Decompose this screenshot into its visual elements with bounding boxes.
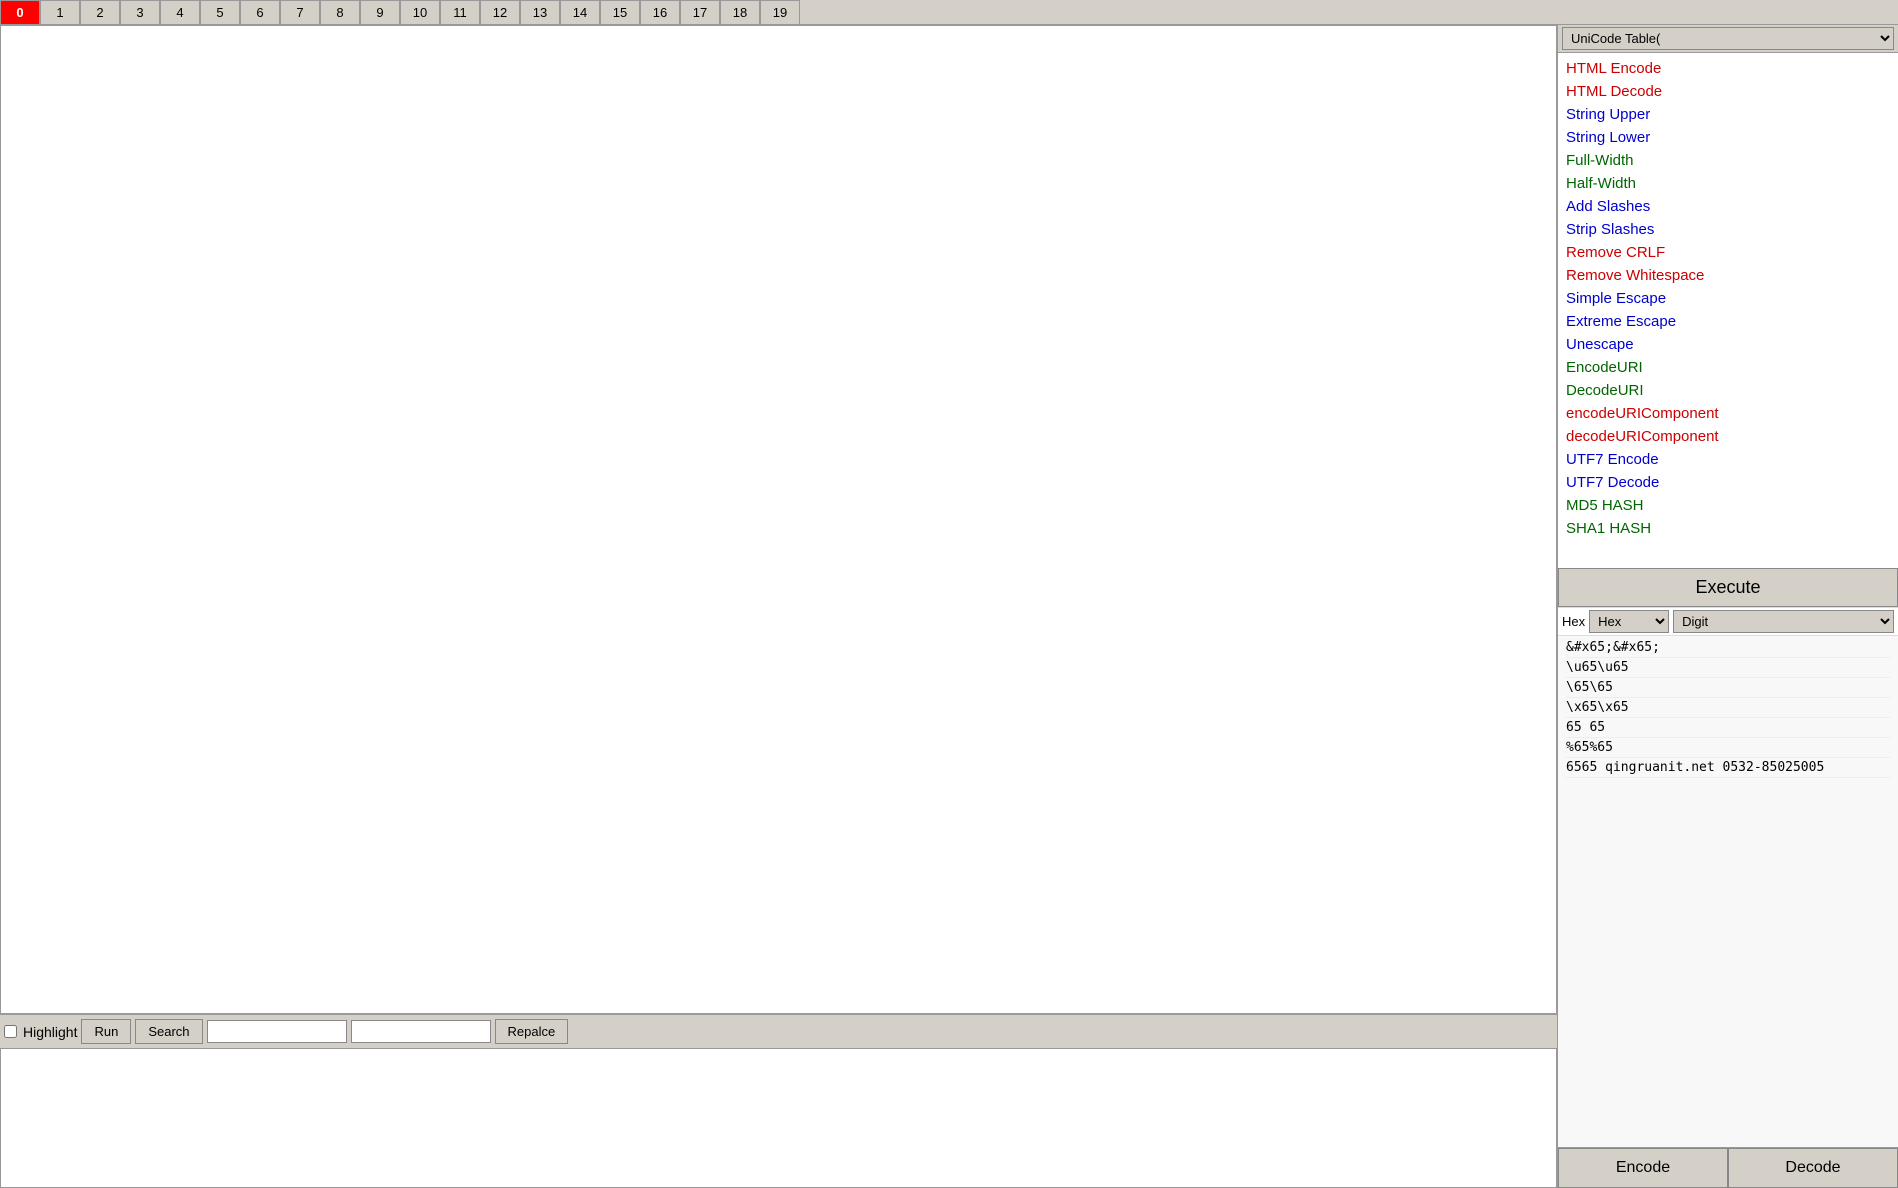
unicode-result-item: 65 65 (1566, 718, 1890, 738)
function-item-remove-crlf[interactable]: Remove CRLF (1566, 241, 1890, 264)
function-item-remove-whitespace[interactable]: Remove Whitespace (1566, 264, 1890, 287)
function-item-strip-slashes[interactable]: Strip Slashes (1566, 218, 1890, 241)
function-item-encodeuricomponent[interactable]: encodeURIComponent (1566, 402, 1890, 425)
tab-0[interactable]: 0 (0, 0, 40, 24)
search-bar: Highlight Run Search Repalce (0, 1014, 1557, 1048)
function-item-add-slashes[interactable]: Add Slashes (1566, 195, 1890, 218)
tab-4[interactable]: 4 (160, 0, 200, 24)
execute-button[interactable]: Execute (1558, 568, 1898, 607)
main-container: 012345678910111213141516171819 Highlight… (0, 0, 1898, 1188)
tab-3[interactable]: 3 (120, 0, 160, 24)
tab-8[interactable]: 8 (320, 0, 360, 24)
unicode-result-item: %65%65 (1566, 738, 1890, 758)
unicode-result-item: \u65\u65 (1566, 658, 1890, 678)
content-row: Highlight Run Search Repalce UniCode Tab… (0, 25, 1898, 1188)
replace-button[interactable]: Repalce (495, 1019, 569, 1044)
function-item-decodeuricomponent[interactable]: decodeURIComponent (1566, 425, 1890, 448)
tab-13[interactable]: 13 (520, 0, 560, 24)
unicode-result-item: \x65\x65 (1566, 698, 1890, 718)
function-item-unescape[interactable]: Unescape (1566, 333, 1890, 356)
tab-2[interactable]: 2 (80, 0, 120, 24)
unicode-result-item: 6565 qingruanit.net 0532-85025005 (1566, 758, 1890, 778)
tab-row: 012345678910111213141516171819 (0, 0, 1898, 25)
function-item-full-width[interactable]: Full-Width (1566, 149, 1890, 172)
highlight-checkbox[interactable] (4, 1025, 17, 1038)
function-list: HTML EncodeHTML DecodeString UpperString… (1558, 53, 1898, 568)
hex-select[interactable]: Hex Oct Dec (1589, 610, 1669, 633)
tab-17[interactable]: 17 (680, 0, 720, 24)
unicode-select[interactable]: UniCode Table(  (1562, 27, 1894, 50)
function-item-string-upper[interactable]: String Upper (1566, 103, 1890, 126)
highlight-label: Highlight (23, 1024, 77, 1040)
hex-digit-row: Hex Hex Oct Dec Digit 2 4 (1558, 607, 1898, 635)
function-item-md5-hash[interactable]: MD5 HASH (1566, 494, 1890, 517)
tab-11[interactable]: 11 (440, 0, 480, 24)
tab-5[interactable]: 5 (200, 0, 240, 24)
tab-14[interactable]: 14 (560, 0, 600, 24)
unicode-results: &#x65;&#x65;\u65\u65\65\65\x65\x6565 65%… (1558, 635, 1898, 1147)
main-textarea[interactable] (0, 25, 1557, 1014)
encode-decode-row: Encode Decode (1558, 1147, 1898, 1188)
digit-select[interactable]: Digit 2 4 (1673, 610, 1894, 633)
right-panel: UniCode Table(  HTML EncodeHTML DecodeS… (1558, 25, 1898, 1188)
tab-6[interactable]: 6 (240, 0, 280, 24)
replace-input[interactable] (351, 1020, 491, 1043)
tab-1[interactable]: 1 (40, 0, 80, 24)
tab-19[interactable]: 19 (760, 0, 800, 24)
tab-12[interactable]: 12 (480, 0, 520, 24)
function-item-utf7-encode[interactable]: UTF7 Encode (1566, 448, 1890, 471)
left-panel: Highlight Run Search Repalce (0, 25, 1558, 1188)
function-item-html-encode[interactable]: HTML Encode (1566, 57, 1890, 80)
function-item-utf7-decode[interactable]: UTF7 Decode (1566, 471, 1890, 494)
tab-10[interactable]: 10 (400, 0, 440, 24)
function-item-half-width[interactable]: Half-Width (1566, 172, 1890, 195)
search-input[interactable] (207, 1020, 347, 1043)
tab-16[interactable]: 16 (640, 0, 680, 24)
function-item-simple-escape[interactable]: Simple Escape (1566, 287, 1890, 310)
function-item-extreme-escape[interactable]: Extreme Escape (1566, 310, 1890, 333)
unicode-dropdown-row: UniCode Table(  (1558, 25, 1898, 53)
function-item-decodeuri[interactable]: DecodeURI (1566, 379, 1890, 402)
function-item-string-lower[interactable]: String Lower (1566, 126, 1890, 149)
decode-button[interactable]: Decode (1728, 1148, 1898, 1188)
encode-button[interactable]: Encode (1558, 1148, 1728, 1188)
function-item-encodeuri[interactable]: EncodeURI (1566, 356, 1890, 379)
search-button[interactable]: Search (135, 1019, 202, 1044)
function-item-html-decode[interactable]: HTML Decode (1566, 80, 1890, 103)
tab-15[interactable]: 15 (600, 0, 640, 24)
run-button[interactable]: Run (81, 1019, 131, 1044)
tab-18[interactable]: 18 (720, 0, 760, 24)
tab-9[interactable]: 9 (360, 0, 400, 24)
unicode-result-item: \65\65 (1566, 678, 1890, 698)
function-item-sha1-hash[interactable]: SHA1 HASH (1566, 517, 1890, 540)
bottom-textarea[interactable] (0, 1048, 1557, 1188)
unicode-result-item: &#x65;&#x65; (1566, 638, 1890, 658)
tab-7[interactable]: 7 (280, 0, 320, 24)
hex-label: Hex (1562, 614, 1585, 629)
